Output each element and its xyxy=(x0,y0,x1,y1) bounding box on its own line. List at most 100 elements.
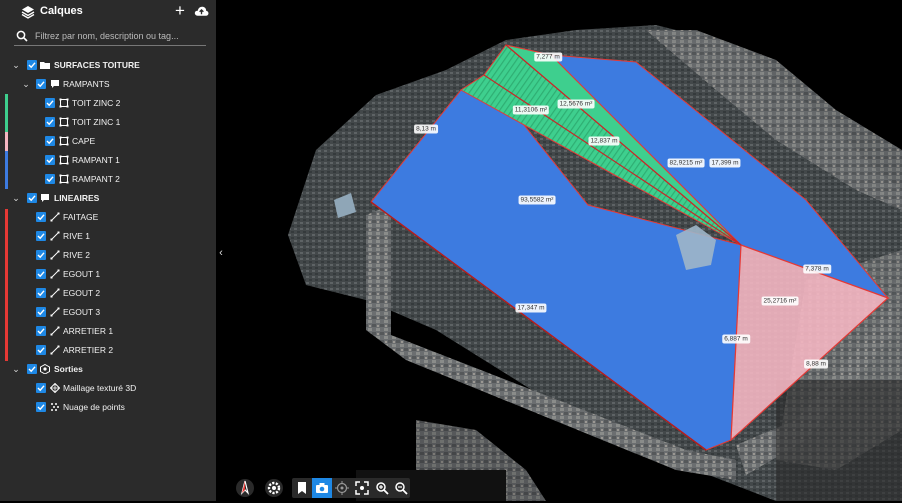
zoom-out-button[interactable] xyxy=(391,478,411,498)
layer-checkbox[interactable] xyxy=(45,155,55,165)
line-icon xyxy=(50,212,60,222)
layer-row[interactable]: ⌄ SURFACES TOITURE xyxy=(0,56,216,75)
layer-label: RAMPANT 2 xyxy=(72,174,120,184)
check-icon xyxy=(37,214,45,221)
layer-checkbox[interactable] xyxy=(36,231,46,241)
settings-icon xyxy=(265,479,283,497)
measurement-label: 12,5676 m² xyxy=(557,99,595,109)
expand-caret-icon[interactable]: ⌄ xyxy=(11,59,21,71)
layer-row[interactable]: TOIT ZINC 1 xyxy=(0,113,216,132)
layer-row[interactable]: RAMPANT 2 xyxy=(0,170,216,189)
layer-label: RIVE 1 xyxy=(63,231,90,241)
measurement-label: 93,5582 m² xyxy=(518,195,556,205)
color-bar-zinc xyxy=(5,94,8,132)
layer-label: RAMPANT 1 xyxy=(72,155,120,165)
color-bar-cape xyxy=(5,132,8,151)
layer-checkbox[interactable] xyxy=(27,193,37,203)
layer-row[interactable]: ⌄ Sorties xyxy=(0,360,216,379)
layer-checkbox[interactable] xyxy=(36,345,46,355)
layer-checkbox[interactable] xyxy=(36,307,46,317)
layer-row[interactable]: RIVE 2 xyxy=(0,246,216,265)
line-icon xyxy=(50,250,60,260)
layer-row[interactable]: EGOUT 1 xyxy=(0,265,216,284)
layer-checkbox[interactable] xyxy=(45,98,55,108)
layer-checkbox[interactable] xyxy=(36,79,46,89)
layer-row[interactable]: ARRETIER 2 xyxy=(0,341,216,360)
expand-caret-icon[interactable]: ⌄ xyxy=(21,78,31,90)
target-button[interactable] xyxy=(332,478,352,498)
measurement-label: 8,88 m xyxy=(804,359,828,369)
measurement-label: 7,378 m xyxy=(803,264,831,274)
search-icon xyxy=(16,30,28,42)
check-icon xyxy=(37,271,45,278)
filter-input[interactable] xyxy=(35,28,205,44)
check-icon xyxy=(28,195,36,202)
layer-row[interactable]: Nuage de points xyxy=(0,398,216,417)
expand-caret-icon[interactable]: ⌄ xyxy=(11,192,21,204)
layer-row[interactable]: EGOUT 3 xyxy=(0,303,216,322)
layer-label: EGOUT 1 xyxy=(63,269,101,279)
layer-checkbox[interactable] xyxy=(27,60,37,70)
layer-checkbox[interactable] xyxy=(36,250,46,260)
line-icon xyxy=(50,231,60,241)
layer-label: Nuage de points xyxy=(63,402,125,412)
layer-row[interactable]: ARRETIER 1 xyxy=(0,322,216,341)
layer-label: SURFACES TOITURE xyxy=(54,60,140,70)
target-icon xyxy=(335,481,349,495)
layers-panel: Calques + ⌄ SURFACES TOITURE ⌄ RAMPANTS TOIT… xyxy=(0,0,216,501)
camera-icon xyxy=(316,483,328,493)
layer-checkbox[interactable] xyxy=(36,383,46,393)
check-icon xyxy=(37,347,45,354)
layer-row[interactable]: TOIT ZINC 2 xyxy=(0,94,216,113)
measurement-label: 7,277 m xyxy=(534,52,562,62)
layer-row[interactable]: FAITAGE xyxy=(0,208,216,227)
layer-label: Maillage texturé 3D xyxy=(63,383,137,393)
check-icon xyxy=(46,138,54,145)
layer-checkbox[interactable] xyxy=(45,174,55,184)
check-icon xyxy=(37,233,45,240)
bookmark-icon xyxy=(298,482,306,494)
layer-row[interactable]: ⌄ LINEAIRES xyxy=(0,189,216,208)
line-icon xyxy=(50,345,60,355)
fit-view-button[interactable] xyxy=(352,478,372,498)
layer-checkbox[interactable] xyxy=(36,212,46,222)
measurement-label: 17,347 m xyxy=(515,303,547,313)
measurement-label: 25,2716 m² xyxy=(761,296,799,306)
measurement-label: 6,887 m xyxy=(722,334,750,344)
measurement-label: 82,9215 m² xyxy=(667,158,705,168)
compass-icon xyxy=(236,479,254,497)
measurement-label: 12,837 m xyxy=(588,136,620,146)
layer-row[interactable]: EGOUT 2 xyxy=(0,284,216,303)
layer-row[interactable]: ⌄ RAMPANTS xyxy=(0,75,216,94)
layer-label: TOIT ZINC 1 xyxy=(72,117,121,127)
3d-viewer[interactable]: 7,277 m 8,13 m 11,3106 m² 12,5676 m² 12,837 … xyxy=(216,0,902,501)
layer-checkbox[interactable] xyxy=(45,117,55,127)
check-icon xyxy=(37,252,45,259)
layer-checkbox[interactable] xyxy=(36,288,46,298)
fit-icon xyxy=(355,481,369,495)
layer-checkbox[interactable] xyxy=(27,364,37,374)
camera-button[interactable] xyxy=(312,478,332,498)
layer-checkbox[interactable] xyxy=(36,402,46,412)
add-layer-button[interactable]: + xyxy=(175,1,185,21)
measurement-label: 8,13 m xyxy=(414,124,438,134)
check-icon xyxy=(28,62,36,69)
layer-checkbox[interactable] xyxy=(45,136,55,146)
layer-label: EGOUT 2 xyxy=(63,288,101,298)
layer-row[interactable]: CAPE xyxy=(0,132,216,151)
filter-search xyxy=(14,28,206,46)
expand-caret-icon[interactable]: ⌄ xyxy=(11,363,21,375)
comment-icon xyxy=(41,194,49,202)
cloud-upload-icon[interactable] xyxy=(194,4,209,18)
line-icon xyxy=(50,326,60,336)
compass-button[interactable] xyxy=(235,478,255,498)
settings-button[interactable] xyxy=(264,478,284,498)
layer-row[interactable]: RIVE 1 xyxy=(0,227,216,246)
bookmark-button[interactable] xyxy=(292,478,312,498)
layer-row[interactable]: RAMPANT 1 xyxy=(0,151,216,170)
zoom-in-button[interactable] xyxy=(372,478,392,498)
layer-checkbox[interactable] xyxy=(36,326,46,336)
layer-checkbox[interactable] xyxy=(36,269,46,279)
layer-row[interactable]: Maillage texturé 3D xyxy=(0,379,216,398)
line-icon xyxy=(50,307,60,317)
